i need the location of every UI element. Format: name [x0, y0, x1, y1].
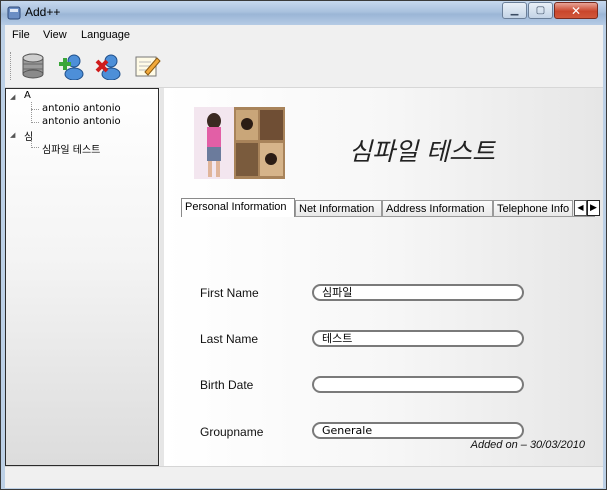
tab-net-information[interactable]: Net Information [295, 200, 382, 216]
tree-connector [31, 147, 39, 148]
tree-connector [31, 102, 32, 123]
tree-connector [31, 122, 39, 123]
tab-address-information[interactable]: Address Information [382, 200, 493, 216]
groupname-label: Groupname [200, 425, 264, 439]
contact-detail-panel: 심파일 테스트 Personal Information Net Informa… [164, 88, 603, 466]
contact-tree[interactable]: ◢ A antonio antonio antonio antonio ◢ 심 … [5, 88, 159, 466]
tree-item-contact[interactable]: antonio antonio [42, 116, 121, 127]
birth-date-label: Birth Date [200, 378, 254, 392]
toolbar [5, 45, 603, 88]
added-on-text: Added on – 30/03/2010 [470, 439, 585, 451]
tab-personal-information[interactable]: Personal Information [181, 198, 295, 217]
tab-telephone-information[interactable]: Telephone Info [493, 200, 573, 216]
add-contact-icon[interactable] [57, 52, 85, 80]
maximize-button[interactable]: ▢ [528, 2, 553, 19]
tree-group-a[interactable]: A [24, 90, 31, 101]
toolbar-grip [10, 52, 14, 80]
minimize-button[interactable]: ▁ [502, 2, 527, 19]
tab-page-personal: First Name 심파일 Last Name 테스트 Birth Date … [181, 216, 595, 467]
last-name-field[interactable]: 테스트 [312, 330, 524, 347]
first-name-field[interactable]: 심파일 [312, 284, 524, 301]
status-bar [5, 466, 603, 488]
app-icon [7, 6, 21, 20]
menu-file[interactable]: File [12, 29, 30, 41]
contact-photo[interactable] [194, 107, 285, 179]
last-name-label: Last Name [200, 332, 259, 346]
tree-item-contact[interactable]: antonio antonio [42, 103, 121, 114]
window-title: Add++ [25, 5, 61, 19]
tab-strip: Personal Information Net Information Add… [181, 198, 600, 217]
birth-date-field[interactable] [312, 376, 524, 393]
first-name-label: First Name [200, 286, 259, 300]
menu-bar: File View Language [5, 25, 603, 45]
tree-connector [31, 109, 39, 110]
client-area: File View Language ◢ A antonio antonio a… [5, 25, 603, 488]
groupname-field[interactable]: Generale [312, 422, 524, 439]
expand-arrow-icon[interactable]: ◢ [10, 93, 15, 101]
close-button[interactable]: ✕ [554, 2, 598, 19]
delete-contact-icon[interactable] [94, 52, 122, 80]
tab-scroll-left-icon[interactable]: ◀ [574, 200, 587, 216]
menu-view[interactable]: View [43, 29, 67, 41]
tree-item-contact[interactable]: 심파일 테스트 [42, 141, 100, 156]
menu-language[interactable]: Language [81, 29, 130, 41]
title-bar[interactable]: Add++ ▁ ▢ ✕ [1, 1, 606, 25]
database-icon[interactable] [19, 52, 47, 80]
app-window: Add++ ▁ ▢ ✕ File View Language ◢ A anton… [0, 0, 607, 490]
edit-icon[interactable] [133, 52, 161, 80]
expand-arrow-icon[interactable]: ◢ [10, 131, 15, 139]
contact-display-name: 심파일 테스트 [349, 137, 495, 166]
tab-scroll-right-icon[interactable]: ▶ [587, 200, 600, 216]
